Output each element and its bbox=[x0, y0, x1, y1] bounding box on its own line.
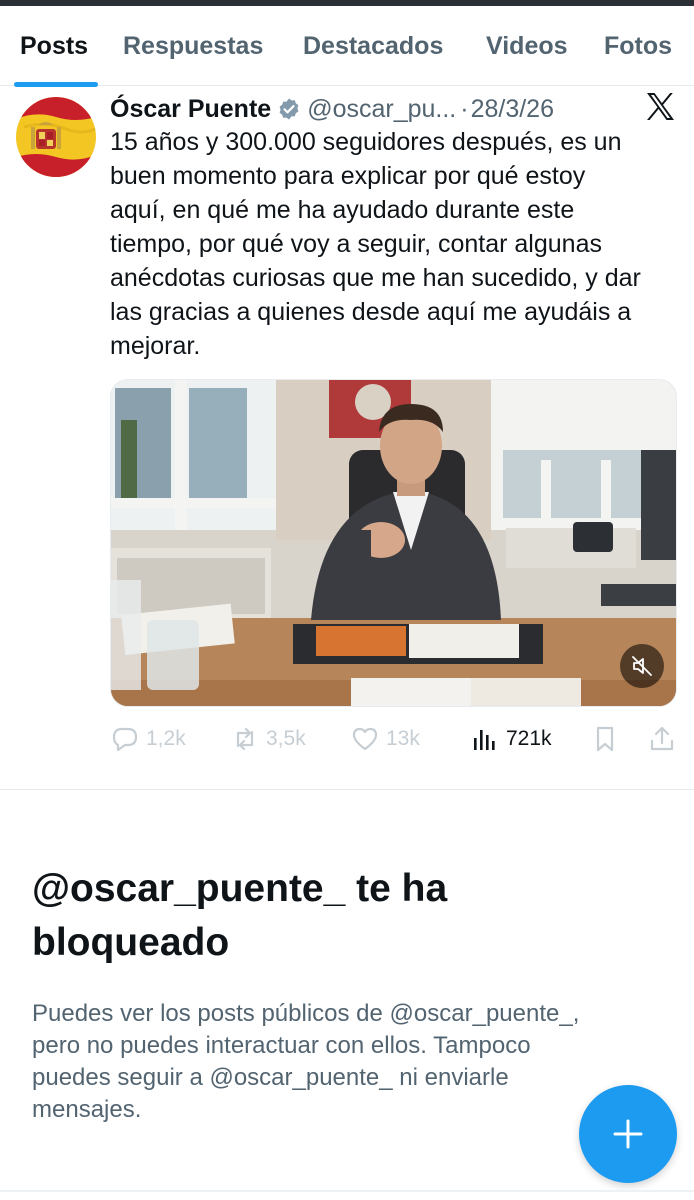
post-date[interactable]: 28/3/26 bbox=[471, 95, 554, 124]
views-chart-icon bbox=[474, 730, 495, 750]
post[interactable]: Óscar Puente @oscar_pu... · 28/3/26 15 a… bbox=[0, 87, 694, 790]
heart-icon bbox=[352, 727, 378, 751]
post-video[interactable] bbox=[110, 379, 677, 707]
tab-respuestas[interactable]: Respuestas bbox=[123, 32, 263, 61]
author-handle[interactable]: @oscar_pu... bbox=[307, 95, 456, 124]
post-text: 15 años y 300.000 seguidores después, es… bbox=[110, 125, 670, 363]
post-text-line: anécdotas curiosas que me han sucedido, … bbox=[110, 264, 641, 292]
author-name[interactable]: Óscar Puente bbox=[110, 95, 271, 124]
blocked-desc-line: puedes seguir a @oscar_puente_ ni enviar… bbox=[32, 1064, 509, 1091]
post-header: Óscar Puente @oscar_pu... · 28/3/26 bbox=[110, 92, 630, 126]
x-logo-icon bbox=[644, 91, 676, 123]
blocked-desc-line: Puedes ver los posts públicos de @oscar_… bbox=[32, 1000, 580, 1027]
blocked-description: Puedes ver los posts públicos de @oscar_… bbox=[32, 998, 652, 1126]
reply-count: 1,2k bbox=[146, 727, 186, 750]
bookmark-icon bbox=[596, 726, 614, 752]
tab-posts[interactable]: Posts bbox=[20, 32, 88, 61]
views-button[interactable]: 721k bbox=[470, 719, 552, 759]
header-separator: · bbox=[460, 94, 469, 123]
reply-icon bbox=[112, 727, 138, 752]
share-icon bbox=[650, 726, 674, 751]
blocked-title-line: @oscar_puente_ te ha bbox=[32, 867, 448, 910]
plus-icon bbox=[613, 1119, 643, 1149]
compose-button[interactable] bbox=[579, 1085, 677, 1183]
post-text-line: 15 años y 300.000 seguidores después, es… bbox=[110, 128, 622, 156]
post-actions: 1,2k 3,5k 13k 721k bbox=[110, 719, 680, 759]
repost-button[interactable]: 3,5k bbox=[230, 719, 306, 759]
blocked-notice: @oscar_puente_ te ha bloqueado Puedes ve… bbox=[32, 862, 652, 1126]
like-count: 13k bbox=[386, 727, 420, 750]
profile-tabs: Posts Respuestas Destacados Videos Fotos bbox=[0, 6, 694, 87]
views-count: 721k bbox=[506, 727, 552, 750]
post-text-line: las gracias a quienes desde aquí me ayud… bbox=[110, 298, 632, 326]
tab-fotos[interactable]: Fotos bbox=[604, 32, 672, 61]
like-button[interactable]: 13k bbox=[350, 719, 420, 759]
tab-destacados[interactable]: Destacados bbox=[303, 32, 443, 61]
repost-icon bbox=[236, 727, 254, 751]
share-button[interactable] bbox=[647, 719, 683, 759]
mute-toggle-button[interactable] bbox=[620, 644, 664, 688]
post-text-line: buen momento para explicar por qué estoy bbox=[110, 162, 586, 190]
avatar[interactable] bbox=[16, 97, 96, 177]
blocked-desc-line: pero no puedes interactuar con ellos. Ta… bbox=[32, 1032, 531, 1059]
blocked-title-line: bloqueado bbox=[32, 921, 230, 964]
post-text-line: mejorar. bbox=[110, 332, 201, 360]
post-text-line: aquí, en qué me ha ayudado durante este bbox=[110, 196, 575, 224]
blocked-title: @oscar_puente_ te ha bloqueado bbox=[32, 862, 652, 970]
verified-badge-icon bbox=[277, 97, 301, 121]
bookmark-button[interactable] bbox=[590, 719, 626, 759]
bottom-divider bbox=[0, 1190, 694, 1192]
speaker-muted-icon bbox=[632, 656, 652, 676]
repost-count: 3,5k bbox=[266, 727, 306, 750]
post-text-line: tiempo, por qué voy a seguir, contar alg… bbox=[110, 230, 602, 258]
tab-videos[interactable]: Videos bbox=[486, 32, 568, 61]
reply-button[interactable]: 1,2k bbox=[110, 719, 186, 759]
video-frame bbox=[111, 380, 676, 706]
blocked-desc-line: mensajes. bbox=[32, 1096, 142, 1123]
